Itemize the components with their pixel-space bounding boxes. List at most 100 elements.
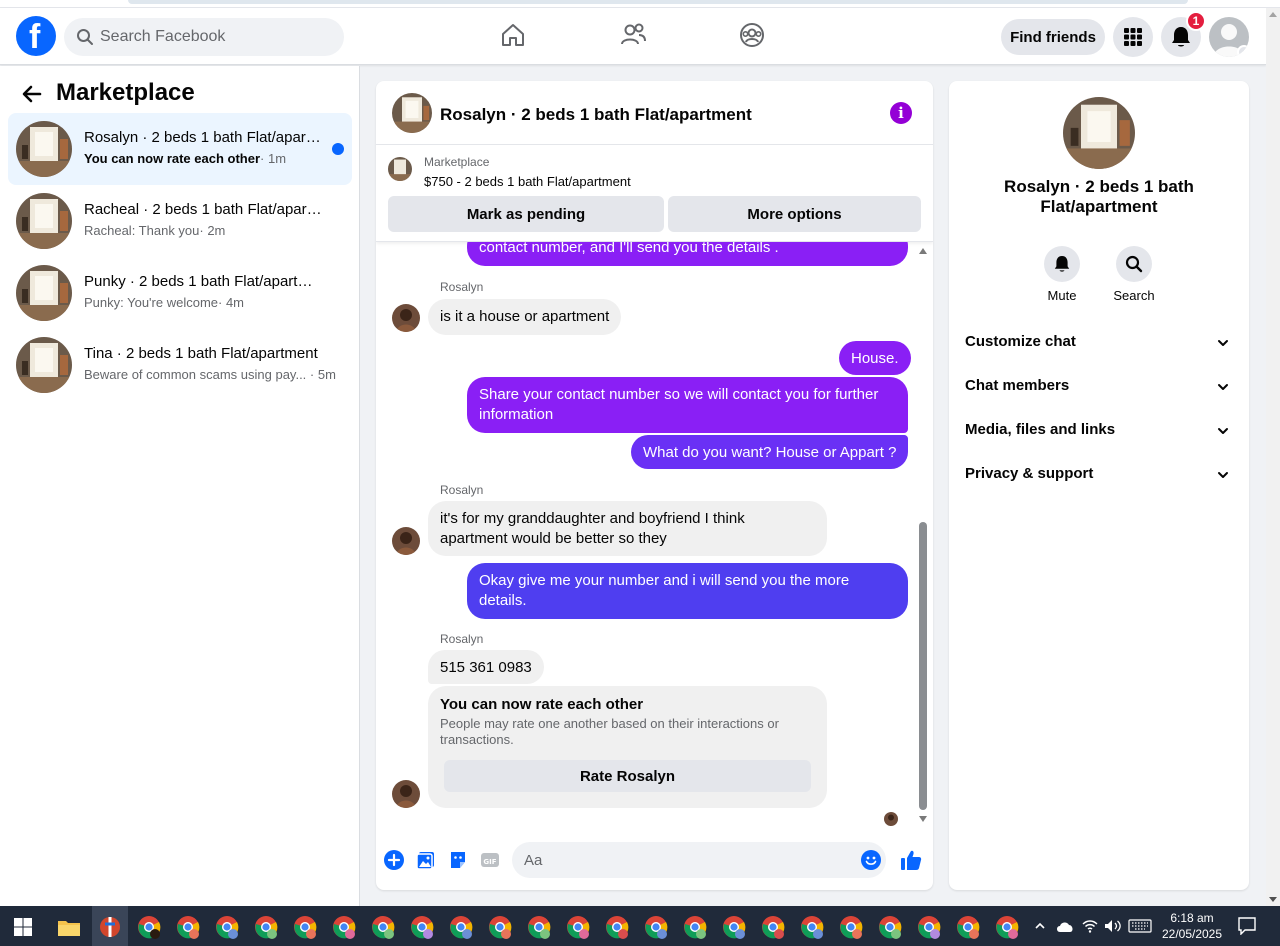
sender-avatar[interactable] bbox=[392, 304, 420, 332]
taskbar-clock[interactable]: 6:18 am 22/05/2025 bbox=[1158, 910, 1226, 942]
listing-price[interactable]: $750 - 2 beds 1 bath Flat/apartment bbox=[424, 174, 631, 189]
chat-scrollbar[interactable] bbox=[917, 242, 929, 828]
customize-chat-section[interactable]: Customize chat bbox=[965, 333, 1233, 361]
privacy-support-section[interactable]: Privacy & support bbox=[965, 465, 1233, 493]
tray-chevron-up-icon[interactable] bbox=[1034, 920, 1046, 932]
more-options-button[interactable]: More options bbox=[668, 196, 921, 232]
mark-as-pending-button[interactable]: Mark as pending bbox=[388, 196, 664, 232]
chat-info-panel: Rosalyn · 2 beds 1 bath Flat/apartment M… bbox=[949, 81, 1249, 890]
find-friends-button[interactable]: Find friends bbox=[1001, 19, 1105, 55]
chrome-profile-icon[interactable] bbox=[680, 912, 710, 942]
conversation-item[interactable]: Tina · 2 beds 1 bath Flat/apartment Bewa… bbox=[8, 329, 352, 401]
svg-text:GIF: GIF bbox=[483, 858, 496, 866]
conversation-item[interactable]: Punky · 2 beds 1 bath Flat/apartment Pun… bbox=[8, 257, 352, 329]
conversation-preview: You can now rate each other· 1m bbox=[84, 151, 287, 166]
rate-user-button[interactable]: Rate Rosalyn bbox=[444, 760, 811, 792]
listing-thumbnail bbox=[16, 337, 72, 393]
chrome-profile-icon[interactable] bbox=[329, 912, 359, 942]
chat-listing-thumbnail[interactable] bbox=[392, 93, 432, 133]
account-avatar[interactable] bbox=[1209, 17, 1249, 57]
chrome-profile-icon[interactable] bbox=[641, 912, 671, 942]
chrome-profile-icon[interactable] bbox=[602, 912, 632, 942]
notification-count-badge: 1 bbox=[1186, 11, 1206, 31]
chevron-down-icon bbox=[1218, 340, 1228, 346]
chat-header: Rosalyn · 2 beds 1 bath Flat/apartment i bbox=[376, 81, 933, 145]
search-box[interactable] bbox=[64, 18, 344, 56]
chrome-profile-icon[interactable] bbox=[290, 912, 320, 942]
message-bubble-sent: Share your contact number so we will con… bbox=[467, 377, 908, 433]
chrome-profile-icon[interactable] bbox=[446, 912, 476, 942]
photo-icon[interactable] bbox=[416, 850, 436, 870]
sender-avatar[interactable] bbox=[392, 527, 420, 555]
account-chevron-icon bbox=[1237, 45, 1249, 57]
message-bubble-received: is it a house or apartment bbox=[428, 299, 622, 335]
gif-icon[interactable]: GIF bbox=[480, 850, 500, 870]
windows-taskbar: 6:18 am 22/05/2025 bbox=[0, 906, 1280, 946]
chat-panel: Rosalyn · 2 beds 1 bath Flat/apartment i… bbox=[376, 81, 933, 890]
chrome-profile-icon[interactable] bbox=[836, 912, 866, 942]
chrome-profile-icon[interactable] bbox=[407, 912, 437, 942]
chat-members-section[interactable]: Chat members bbox=[965, 377, 1233, 405]
media-files-links-section[interactable]: Media, files and links bbox=[965, 421, 1233, 449]
plus-icon[interactable] bbox=[384, 850, 404, 870]
chrome-profile-icon[interactable] bbox=[368, 912, 398, 942]
friends-icon[interactable] bbox=[618, 20, 648, 50]
conversation-item[interactable]: Rosalyn · 2 beds 1 bath Flat/apartment Y… bbox=[8, 113, 352, 185]
search-input[interactable] bbox=[100, 18, 336, 56]
like-thumb-icon[interactable] bbox=[900, 849, 922, 871]
search-icon bbox=[77, 29, 93, 45]
message-bubble-received: it's for my granddaughter and boyfriend … bbox=[428, 501, 827, 556]
chrome-profile-icon[interactable] bbox=[563, 912, 593, 942]
message-input[interactable] bbox=[512, 842, 886, 878]
info-icon[interactable]: i bbox=[890, 102, 912, 124]
clock-date: 22/05/2025 bbox=[1161, 927, 1223, 941]
listing-large-thumbnail[interactable] bbox=[1063, 97, 1135, 169]
chrome-profile-icon[interactable] bbox=[524, 912, 554, 942]
keyboard-icon[interactable] bbox=[1128, 919, 1152, 933]
message-bubble-received: 515 361 0983 bbox=[428, 650, 544, 684]
windows-start-icon[interactable] bbox=[14, 918, 32, 936]
conversation-preview: Racheal: Thank you· 2m bbox=[84, 223, 226, 238]
file-explorer-icon[interactable] bbox=[54, 912, 84, 942]
onedrive-cloud-icon[interactable] bbox=[1055, 919, 1075, 933]
chrome-icon[interactable] bbox=[134, 912, 164, 942]
chrome-profile-icon[interactable] bbox=[875, 912, 905, 942]
rate-each-other-card: You can now rate each other People may r… bbox=[428, 686, 827, 808]
chevron-down-icon bbox=[1218, 384, 1228, 390]
mute-action[interactable]: Mute bbox=[1032, 246, 1092, 303]
sticker-icon[interactable] bbox=[448, 850, 468, 870]
home-icon[interactable] bbox=[498, 20, 528, 50]
chrome-profile-icon[interactable] bbox=[173, 912, 203, 942]
chrome-profile-icon[interactable] bbox=[914, 912, 944, 942]
chat-title[interactable]: Rosalyn · 2 beds 1 bath Flat/apartment bbox=[440, 105, 752, 125]
bell-icon[interactable] bbox=[1044, 246, 1080, 282]
search-action[interactable]: Search bbox=[1104, 246, 1164, 303]
chrome-profile-icon[interactable] bbox=[953, 912, 983, 942]
conversation-title: Punky · 2 beds 1 bath Flat/apartment bbox=[84, 273, 324, 290]
groups-icon[interactable] bbox=[737, 20, 767, 50]
emoji-icon[interactable] bbox=[861, 850, 881, 870]
search-icon[interactable] bbox=[1116, 246, 1152, 282]
chat-scrollbar-thumb[interactable] bbox=[919, 522, 927, 810]
back-arrow-icon[interactable] bbox=[20, 82, 44, 106]
volume-icon[interactable] bbox=[1104, 919, 1122, 933]
notification-center-icon[interactable] bbox=[1238, 917, 1256, 935]
chrome-profile-icon[interactable] bbox=[485, 912, 515, 942]
chrome-profile-icon[interactable] bbox=[797, 912, 827, 942]
chrome-profile-icon[interactable] bbox=[212, 912, 242, 942]
chrome-profile-icon[interactable] bbox=[251, 912, 281, 942]
chrome-profile-icon[interactable] bbox=[992, 912, 1022, 942]
top-header: f Find friends 1 bbox=[0, 8, 1266, 65]
chrome-profile-icon[interactable] bbox=[758, 912, 788, 942]
sender-name: Rosalyn bbox=[440, 280, 484, 294]
conversation-item[interactable]: Racheal · 2 beds 1 bath Flat/apartment R… bbox=[8, 185, 352, 257]
page-scrollbar[interactable] bbox=[1266, 8, 1280, 906]
sender-avatar[interactable] bbox=[392, 780, 420, 808]
menu-grid-icon[interactable] bbox=[1113, 17, 1153, 57]
unread-dot bbox=[332, 143, 344, 155]
sender-name: Rosalyn bbox=[440, 483, 484, 497]
chrome-profile-icon[interactable] bbox=[719, 912, 749, 942]
app-icon[interactable] bbox=[95, 912, 125, 942]
facebook-logo-icon[interactable]: f bbox=[16, 16, 56, 56]
wifi-icon[interactable] bbox=[1082, 919, 1098, 933]
